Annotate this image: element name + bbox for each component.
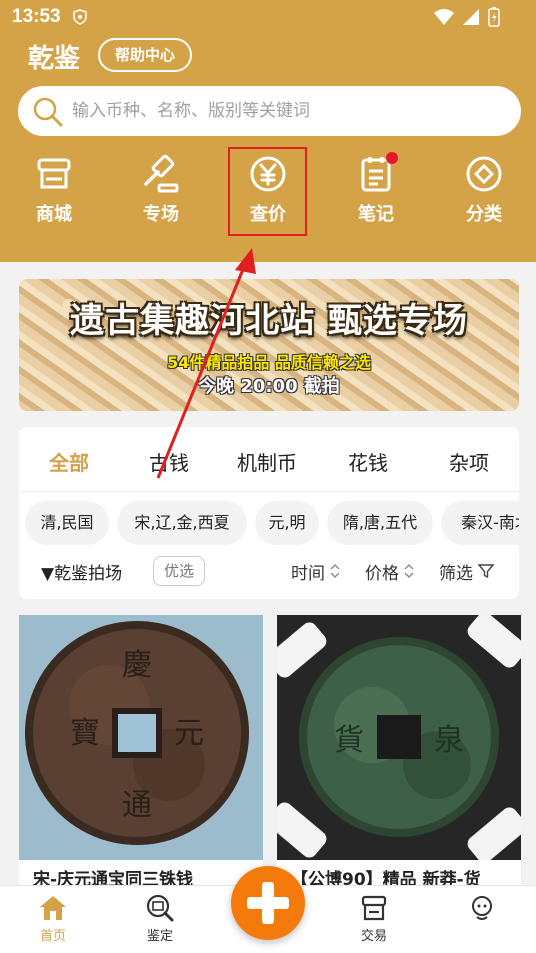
svg-text:元: 元 [174,716,204,751]
plus-icon [247,882,289,924]
gavel-icon [144,154,179,193]
tab-trade-label: 交易 [360,929,387,944]
product-card[interactable]: 慶 元 通 寶 宋-庆元通宝同三铢钱 [19,615,263,885]
tab-ancient-coins[interactable]: 古钱 [149,447,189,476]
tab-home[interactable]: 首页 [23,894,83,944]
era-chip[interactable]: 宋,辽,金,西夏 [117,501,247,545]
search-icon [33,97,63,127]
wifi-icon [434,9,454,25]
svg-text:通: 通 [122,788,152,823]
signal-icon [463,9,479,25]
app-title: 乾鉴 [28,44,81,74]
shield-icon [73,9,87,25]
svg-text:寶: 寶 [70,716,100,751]
product-title: 【公博90】精品 新莽-货 [291,870,481,885]
era-chips: 清,民国 宋,辽,金,西夏 元,明 隋,唐,五代 秦汉-南北 [25,501,519,545]
sort-arrows-icon [330,564,340,578]
tab-appraise-label: 鉴定 [146,929,173,944]
era-chip[interactable]: 秦汉-南北 [441,501,519,545]
publish-fab-button[interactable] [231,866,305,940]
divider [19,491,519,492]
search-input[interactable] [72,86,502,136]
svg-text:貨: 貨 [334,723,364,758]
preferred-badge[interactable]: 优选 [153,556,205,586]
banner-subtitle: 54件精品拍品 品质信赖之选 [167,353,371,372]
service-icon [472,896,492,920]
sort-price[interactable]: 价格 [365,559,414,584]
tab-service[interactable] [452,894,512,925]
shop-icon [37,158,71,189]
era-chip[interactable]: 清,民国 [25,501,109,545]
svg-text:慶: 慶 [122,648,152,683]
sort-bar: ▼乾鉴拍场 优选 时间 价格 筛选 [19,553,519,593]
tab-flower-coins[interactable]: 花钱 [348,447,388,476]
coin-image: 貨 泉 [277,615,521,860]
battery-icon [488,7,500,27]
auction-selector[interactable]: ▼乾鉴拍场 [41,559,122,584]
trade-icon [361,895,387,921]
appraise-magnifier-icon [146,894,174,922]
sort-time[interactable]: 时间 [291,559,340,584]
product-title: 宋-庆元通宝同三铢钱 [33,870,194,885]
filter-button[interactable]: 筛选 [439,559,495,584]
sort-price-label: 价格 [365,564,399,584]
highlight-box [228,147,307,236]
home-icon [40,896,66,920]
svg-text:泉: 泉 [434,723,464,758]
promo-banner[interactable]: 遗古集趣河北站 甄选专场 54件精品拍品 品质信赖之选 今晚 20:00 截拍 [19,279,519,411]
funnel-icon [477,564,495,579]
nav-label: 商城 [36,204,72,225]
tab-machine-coins[interactable]: 机制币 [237,447,297,476]
filter-label: 筛选 [439,564,473,584]
banner-deadline: 今晚 20:00 截拍 [198,376,340,397]
status-time: 13:53 [12,6,61,27]
sort-time-label: 时间 [291,564,325,584]
banner-title: 遗古集趣河北站 甄选专场 [70,301,468,341]
nav-item-category[interactable]: 分类 [448,150,520,236]
coin-image: 慶 元 通 寶 [19,615,263,860]
tab-trade[interactable]: 交易 [344,894,404,944]
nav-label: 分类 [466,204,502,225]
notification-dot [386,152,398,164]
category-diamond-icon [466,156,502,192]
status-bar: 13:53 [0,0,536,34]
tab-home-label: 首页 [39,929,66,944]
tab-all[interactable]: 全部 [49,447,89,476]
category-tabs: 全部 古钱 机制币 花钱 杂项 [19,427,519,491]
product-card[interactable]: 貨 泉 【公博90】精品 新莽-货 [277,615,521,885]
help-center-button[interactable]: 帮助中心 [98,38,192,72]
tab-appraise[interactable]: 鉴定 [130,894,190,944]
search-bar[interactable] [18,86,521,136]
nav-item-shop[interactable]: 商城 [18,150,90,236]
era-chip[interactable]: 元,明 [255,501,319,545]
nav-item-special[interactable]: 专场 [125,150,197,236]
filter-card: 全部 古钱 机制币 花钱 杂项 清,民国 宋,辽,金,西夏 元,明 隋,唐,五代… [19,427,519,599]
tab-misc[interactable]: 杂项 [449,447,489,476]
nav-label: 笔记 [358,204,394,225]
sort-arrows-icon [404,564,414,578]
nav-label: 专场 [143,204,179,225]
nav-item-notes[interactable]: 笔记 [340,150,412,236]
era-chip[interactable]: 隋,唐,五代 [327,501,433,545]
